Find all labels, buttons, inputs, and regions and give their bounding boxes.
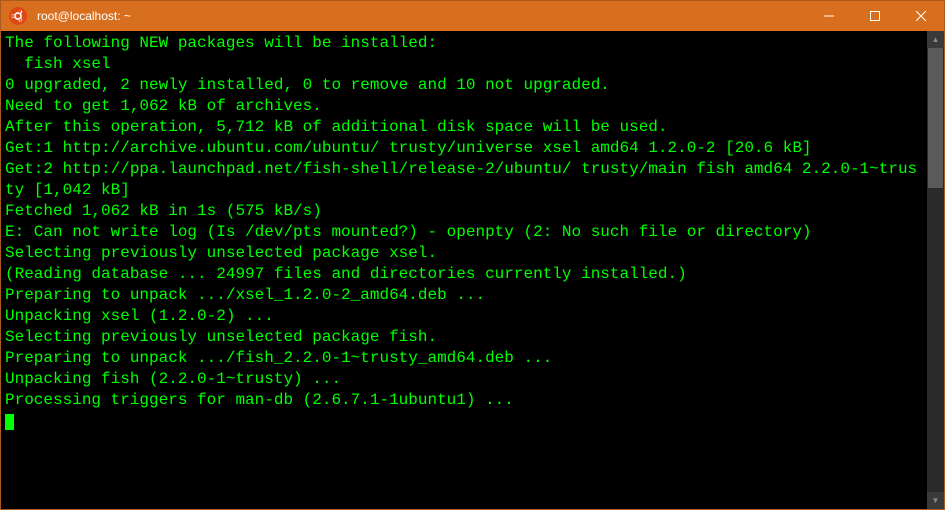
cursor bbox=[5, 414, 14, 430]
maximize-button[interactable] bbox=[852, 1, 898, 31]
minimize-button[interactable] bbox=[806, 1, 852, 31]
scrollbar[interactable]: ▲ ▼ bbox=[927, 31, 944, 509]
close-button[interactable] bbox=[898, 1, 944, 31]
scroll-thumb[interactable] bbox=[928, 48, 943, 188]
titlebar[interactable]: root@localhost: ~ bbox=[1, 1, 944, 31]
scroll-down-icon[interactable]: ▼ bbox=[927, 492, 944, 509]
terminal-body: The following NEW packages will be insta… bbox=[1, 31, 944, 509]
window-title: root@localhost: ~ bbox=[37, 9, 131, 23]
scroll-track[interactable] bbox=[927, 48, 944, 492]
ubuntu-logo-icon bbox=[7, 5, 29, 27]
terminal-window: root@localhost: ~ The following NEW pack… bbox=[0, 0, 945, 510]
scroll-up-icon[interactable]: ▲ bbox=[927, 31, 944, 48]
terminal-output[interactable]: The following NEW packages will be insta… bbox=[1, 31, 927, 509]
